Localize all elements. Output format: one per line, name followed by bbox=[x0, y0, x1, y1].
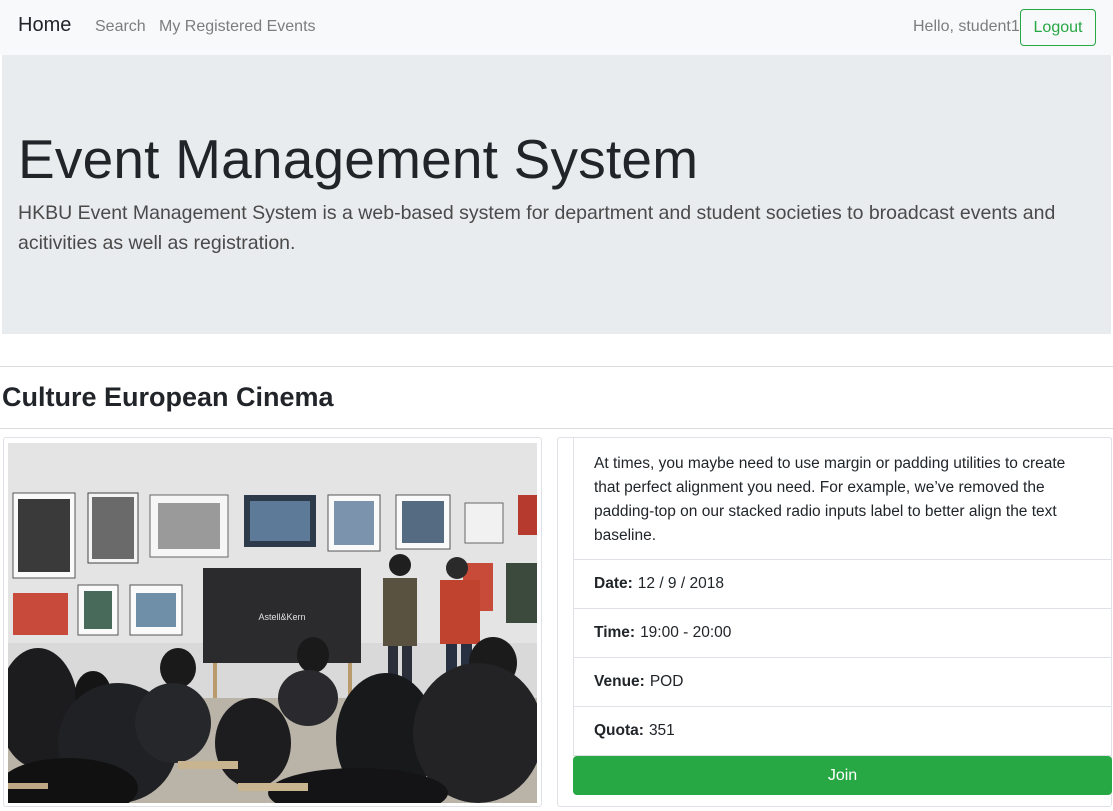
nav-search-link[interactable]: Search bbox=[95, 18, 146, 36]
event-date-row: Date: 12 / 9 / 2018 bbox=[574, 560, 1111, 609]
divider-top bbox=[0, 366, 1113, 367]
page-title: Event Management System bbox=[18, 128, 699, 190]
quota-value: 351 bbox=[648, 722, 675, 739]
logout-button[interactable]: Logout bbox=[1020, 9, 1096, 46]
venue-label: Venue: bbox=[594, 673, 645, 690]
nav-my-registered-events-link[interactable]: My Registered Events bbox=[159, 18, 316, 36]
event-image-card: Astell&Kern bbox=[3, 437, 542, 807]
date-label: Date: bbox=[594, 575, 633, 592]
tv-brand-text: Astell&Kern bbox=[258, 612, 305, 622]
event-details-list: At times, you maybe need to use margin o… bbox=[573, 438, 1112, 756]
user-greeting: Hello, student1 bbox=[913, 18, 1020, 35]
event-time-row: Time: 19:00 - 20:00 bbox=[574, 609, 1111, 658]
event-info-card: At times, you maybe need to use margin o… bbox=[557, 437, 1112, 807]
event-photo: Astell&Kern bbox=[8, 443, 537, 803]
nav-home-link[interactable]: Home bbox=[18, 14, 71, 37]
event-description: At times, you maybe need to use margin o… bbox=[574, 438, 1111, 560]
navbar: Home Search My Registered Events Hello, … bbox=[0, 0, 1113, 55]
venue-value: POD bbox=[649, 673, 684, 690]
page-lead: HKBU Event Management System is a web-ba… bbox=[18, 202, 1056, 254]
jumbotron: Event Management System HKBU Event Manag… bbox=[2, 55, 1111, 334]
time-label: Time: bbox=[594, 624, 636, 641]
event-venue-row: Venue: POD bbox=[574, 658, 1111, 707]
event-title: Culture European Cinema bbox=[2, 382, 334, 412]
quota-label: Quota: bbox=[594, 722, 644, 739]
join-button[interactable]: Join bbox=[573, 756, 1112, 795]
time-value: 19:00 - 20:00 bbox=[640, 624, 732, 641]
event-description-text: At times, you maybe need to use margin o… bbox=[594, 454, 1066, 544]
event-quota-row: Quota: 351 bbox=[574, 707, 1111, 756]
date-value: 12 / 9 / 2018 bbox=[637, 575, 724, 592]
divider-bottom bbox=[0, 428, 1113, 429]
